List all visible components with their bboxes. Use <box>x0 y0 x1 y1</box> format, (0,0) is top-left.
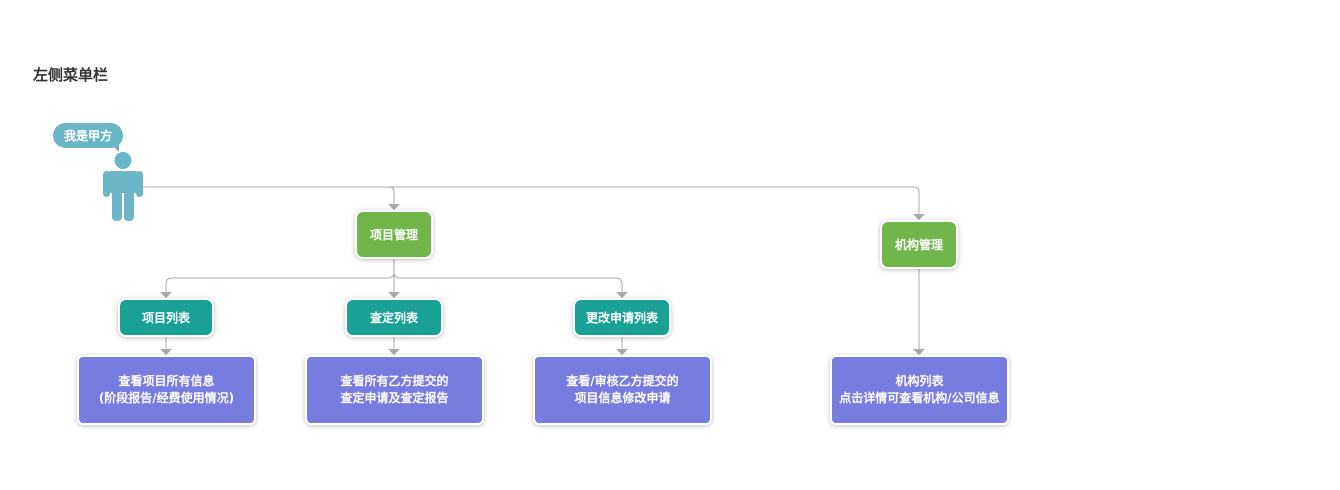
desc-line-1: 查看项目所有信息 <box>118 374 215 388</box>
desc-line-1: 查看/审核乙方提交的 <box>566 374 679 388</box>
desc-line-2: 点击详情可查看机构/公司信息 <box>839 391 1000 405</box>
node-project-list-description: 查看项目所有信息 (阶段报告/经费使用情况) <box>77 355 256 425</box>
node-review-list-description: 查看所有乙方提交的 查定申请及查定报告 <box>305 355 484 425</box>
node-org-management[interactable]: 机构管理 <box>880 220 958 269</box>
node-review-list[interactable]: 查定列表 <box>345 298 443 337</box>
desc-line-1: 机构列表 <box>895 374 944 388</box>
node-change-list-description: 查看/审核乙方提交的 项目信息修改申请 <box>533 355 712 425</box>
node-change-request-list[interactable]: 更改申请列表 <box>573 298 671 337</box>
node-project-management[interactable]: 项目管理 <box>355 210 433 259</box>
desc-line-2: 项目信息修改申请 <box>574 391 671 405</box>
node-project-list[interactable]: 项目列表 <box>118 298 214 337</box>
person-icon <box>103 152 143 221</box>
node-org-list-description: 机构列表 点击详情可查看机构/公司信息 <box>830 355 1009 425</box>
desc-line-2: 查定申请及查定报告 <box>340 391 449 405</box>
desc-line-1: 查看所有乙方提交的 <box>340 374 449 388</box>
desc-line-2: (阶段报告/经费使用情况) <box>98 391 235 405</box>
